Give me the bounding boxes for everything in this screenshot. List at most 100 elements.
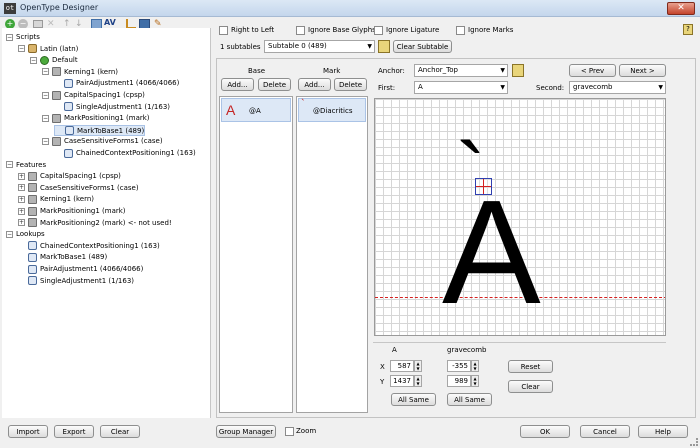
clear-subtable-button[interactable]: Clear Subtable (393, 40, 452, 53)
expand-icon[interactable]: + (18, 219, 25, 227)
help-button[interactable]: Help (638, 425, 688, 438)
mark-add-button[interactable]: Add... (298, 78, 331, 91)
anchor-select[interactable]: Anchor_Top ▼ (414, 64, 508, 77)
lookup-icon (64, 148, 73, 158)
tree-node[interactable]: − Lookups (6, 229, 45, 240)
tree-node[interactable]: − Default (30, 55, 78, 66)
base-y-input[interactable]: 1437 (390, 375, 414, 387)
mark-x-spinner[interactable]: ▲ ▼ (471, 360, 479, 372)
import-button[interactable]: Import (8, 425, 48, 438)
subtable-edit-icon[interactable] (378, 40, 390, 53)
tree-node[interactable]: ChainedContextPositioning1 (163) (18, 241, 160, 252)
tree-node[interactable]: − CapitalSpacing1 (cpsp) (42, 90, 145, 101)
tree-node[interactable]: + CapitalSpacing1 (cpsp) (18, 171, 121, 182)
collapse-icon[interactable]: − (42, 137, 49, 145)
tree-node[interactable]: PairAdjustment1 (4066/4066) (54, 78, 179, 89)
mark-list[interactable]: ` @Diacritics (296, 96, 368, 413)
prev-button[interactable]: < Prev (569, 64, 616, 77)
tree-node[interactable]: MarkToBase1 (489) (54, 124, 146, 136)
collapse-icon[interactable]: − (30, 56, 37, 64)
tree-node-label: Latin (latn) (40, 44, 79, 53)
second-glyph-select[interactable]: gravecomb ▼ (569, 81, 666, 94)
feature-icon (52, 136, 61, 146)
subtable-select[interactable]: Subtable 0 (489) ▼ (264, 40, 375, 53)
anchor-label: Anchor: (378, 67, 405, 75)
resize-grip[interactable] (690, 438, 698, 446)
mark-y-input[interactable]: 989 (447, 375, 471, 387)
expand-icon[interactable]: + (18, 184, 25, 192)
close-button[interactable]: ✕ (667, 2, 695, 15)
tree-node-label: Scripts (16, 33, 40, 41)
feature-icon (28, 171, 37, 181)
tree-node[interactable]: − Features (6, 160, 46, 171)
tree-node[interactable]: + Kerning1 (kern) (18, 194, 94, 205)
reset-button[interactable]: Reset (508, 360, 553, 373)
first-glyph-select[interactable]: A ▼ (414, 81, 508, 94)
splitter[interactable] (210, 28, 211, 418)
tree-node[interactable]: + MarkPositioning2 (mark) <- not used! (18, 218, 172, 229)
tree-node[interactable]: − Scripts (6, 32, 40, 43)
base-x-spinner[interactable]: ▲ ▼ (414, 360, 422, 372)
anchor-edit-icon[interactable] (512, 64, 524, 77)
collapse-icon[interactable]: − (18, 45, 25, 53)
mark-y-spinner[interactable]: ▲ ▼ (471, 375, 479, 387)
tree-node[interactable]: − MarkPositioning1 (mark) (42, 113, 150, 124)
base-list-item[interactable]: A @A (221, 98, 291, 122)
right-to-left-checkbox[interactable] (219, 26, 228, 35)
expand-icon[interactable]: + (18, 207, 25, 215)
clear-all-button[interactable]: Clear (100, 425, 140, 438)
tree-node[interactable]: + MarkPositioning1 (mark) (18, 206, 126, 217)
kerning-icon[interactable]: AV (104, 18, 116, 27)
base-add-button[interactable]: Add... (221, 78, 254, 91)
next-button[interactable]: Next > (619, 64, 666, 77)
tree-node-label: CapitalSpacing1 (cpsp) (64, 91, 145, 99)
x-label: X (380, 363, 385, 371)
first-label: First: (378, 84, 396, 92)
tree-node[interactable]: + CaseSensitiveForms1 (case) (18, 183, 139, 194)
tree-node[interactable]: − CaseSensitiveForms1 (case) (42, 136, 163, 147)
anchor-marker[interactable] (475, 178, 492, 195)
collapse-icon[interactable]: − (42, 68, 49, 76)
cancel-button[interactable]: Cancel (580, 425, 630, 438)
new-lookup-icon[interactable] (33, 20, 43, 28)
tree-node[interactable]: MarkToBase1 (489) (18, 252, 107, 263)
expand-icon[interactable]: + (18, 172, 25, 180)
clear-anchor-button[interactable]: Clear (508, 380, 553, 393)
ignore-base-checkbox[interactable] (296, 26, 305, 35)
export-button[interactable]: Export (54, 425, 94, 438)
base-y-spinner[interactable]: ▲ ▼ (414, 375, 422, 387)
base-all-same-button[interactable]: All Same (391, 393, 436, 406)
mark-all-same-button[interactable]: All Same (447, 393, 492, 406)
collapse-icon[interactable]: − (6, 161, 13, 169)
feature-tree[interactable]: − Scripts − Latin (latn) − Default − Kerning1 (… (2, 28, 210, 418)
tree-node[interactable]: − Kerning1 (kern) (42, 67, 118, 78)
base-x-input[interactable]: 587 (390, 360, 414, 372)
ok-button[interactable]: OK (520, 425, 570, 438)
tree-node[interactable]: SingleAdjustment1 (1/163) (18, 276, 134, 287)
base-delete-button[interactable]: Delete (258, 78, 291, 91)
mark-delete-button[interactable]: Delete (334, 78, 367, 91)
tree-node[interactable]: SingleAdjustment1 (1/163) (54, 102, 170, 113)
group-manager-button[interactable]: Group Manager (216, 425, 276, 438)
tree-node[interactable]: − Latin (latn) (18, 44, 78, 55)
second-glyph-value: gravecomb (573, 83, 613, 91)
mark-x-input[interactable]: -355 (447, 360, 471, 372)
zoom-checkbox[interactable] (285, 427, 294, 436)
mark-list-item[interactable]: ` @Diacritics (298, 98, 366, 122)
glyph-preview-canvas[interactable]: A ` (374, 98, 666, 336)
collapse-icon[interactable]: − (6, 33, 13, 41)
help-icon[interactable]: ? (683, 24, 693, 35)
collapse-icon[interactable]: − (6, 230, 13, 238)
base-list[interactable]: A @A (219, 96, 293, 413)
tree-node[interactable]: ChainedContextPositioning1 (163) (54, 148, 196, 159)
tree-node-label: ChainedContextPositioning1 (163) (40, 241, 160, 250)
expand-icon[interactable]: + (18, 195, 25, 203)
ignore-ligature-checkbox[interactable] (374, 26, 383, 35)
tree-node[interactable]: PairAdjustment1 (4066/4066) (18, 264, 143, 275)
ignore-ligature-label: Ignore Ligature (386, 26, 440, 34)
collapse-icon[interactable]: − (42, 114, 49, 122)
ignore-marks-checkbox[interactable] (456, 26, 465, 35)
base-item-label: @A (249, 107, 261, 115)
lookup-icon (65, 126, 74, 136)
collapse-icon[interactable]: − (42, 91, 49, 99)
